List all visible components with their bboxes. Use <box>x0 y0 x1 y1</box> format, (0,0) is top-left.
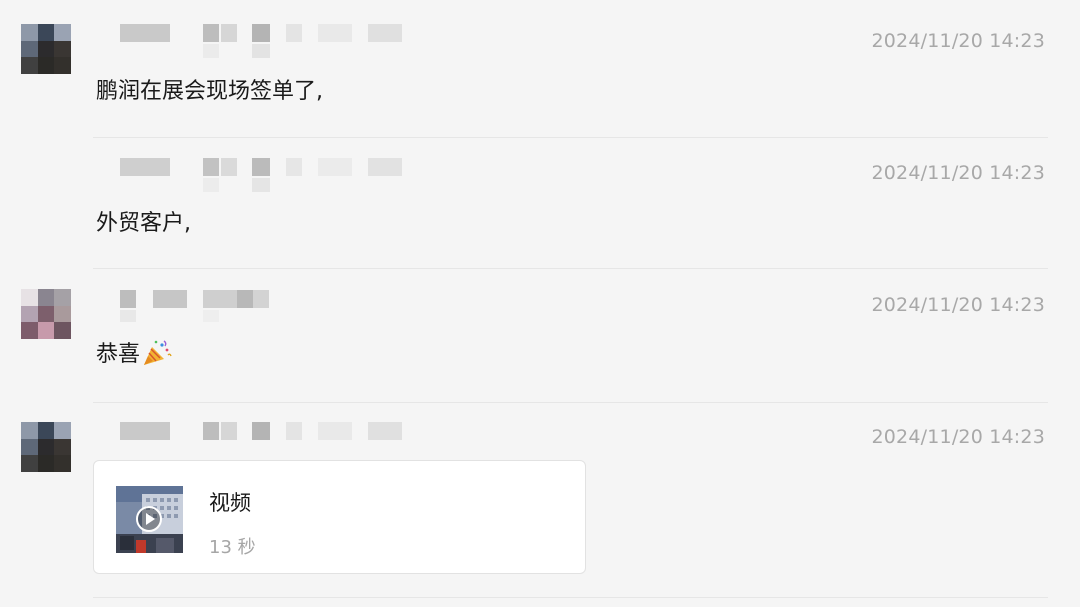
sender-name-blurred <box>120 156 420 192</box>
sender-name-blurred <box>120 420 420 456</box>
message-text[interactable]: 外贸客户, <box>96 205 191 237</box>
avatar[interactable] <box>21 422 71 472</box>
sender-name-blurred <box>120 22 420 58</box>
avatar[interactable] <box>21 289 71 339</box>
chat-message: 2024/11/20 14:23 外贸客户, <box>0 138 1080 269</box>
avatar[interactable] <box>21 24 71 74</box>
sender-name-blurred <box>120 288 420 324</box>
message-text[interactable]: 鹏润在展会现场签单了, <box>96 73 323 105</box>
message-divider <box>93 597 1048 598</box>
message-text-content: 恭喜 <box>96 342 141 367</box>
message-timestamp: 2024/11/20 14:23 <box>871 426 1045 448</box>
video-title: 视频 <box>209 491 251 515</box>
message-timestamp: 2024/11/20 14:23 <box>871 162 1045 184</box>
chat-message: 2024/11/20 14:23 恭喜 <box>0 268 1080 403</box>
message-timestamp: 2024/11/20 14:23 <box>871 30 1045 52</box>
video-thumbnail[interactable] <box>116 486 183 553</box>
chat-message: 2024/11/20 14:23 鹏润在展会现场签单了, <box>0 0 1080 138</box>
chat-message-list: 2024/11/20 14:23 鹏润在展会现场签单了, 2024/11/20 … <box>0 0 1080 607</box>
play-icon[interactable] <box>135 505 163 533</box>
party-popper-icon <box>144 340 172 365</box>
message-timestamp: 2024/11/20 14:23 <box>871 294 1045 316</box>
message-text[interactable]: 恭喜 <box>96 336 172 368</box>
video-message-card[interactable]: 视频 13 秒 <box>93 460 586 574</box>
video-duration: 13 秒 <box>209 537 256 558</box>
